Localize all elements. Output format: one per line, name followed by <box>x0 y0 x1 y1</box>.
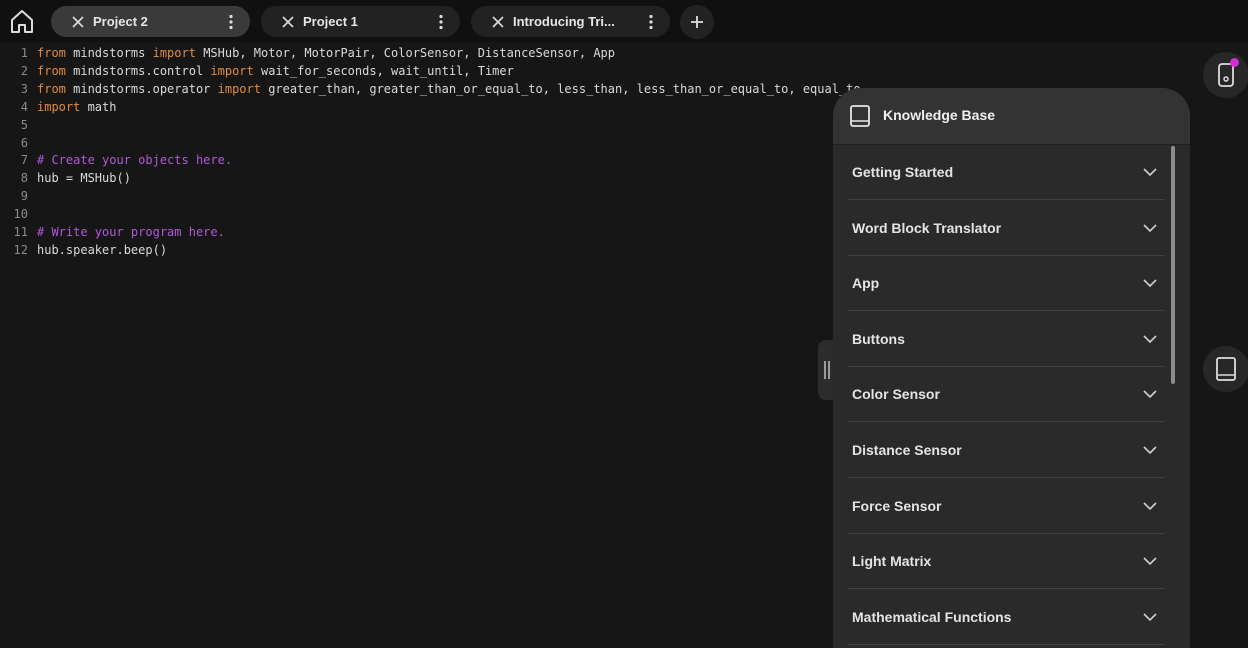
book-icon <box>1216 357 1236 381</box>
hub-connection-button[interactable] <box>1203 52 1248 98</box>
plus-icon <box>691 16 703 28</box>
line-number: 8 <box>20 171 28 186</box>
kb-section-label: Force Sensor <box>852 497 942 514</box>
notification-dot <box>1230 58 1239 67</box>
line-number: 3 <box>20 81 28 96</box>
knowledge-base-scrollbar[interactable] <box>1171 146 1175 384</box>
tab-introducing[interactable]: Introducing Tri... <box>471 6 670 37</box>
code-line[interactable]: 11 # Write your program here. <box>0 223 225 241</box>
code-line[interactable]: 1 from mindstorms import MSHub, Motor, Mo… <box>0 44 615 62</box>
chevron-down-icon <box>1143 557 1157 566</box>
tab-project-1[interactable]: Project 1 <box>261 6 460 37</box>
close-tab-icon[interactable] <box>281 15 295 29</box>
chevron-down-icon <box>1143 224 1157 232</box>
code-keyword: import <box>217 81 261 96</box>
kb-section-label: App <box>852 275 880 292</box>
code-text: mindstorms <box>65 46 153 60</box>
code-comment: # Write your program here. <box>37 225 225 239</box>
knowledge-base-header: Knowledge Base <box>833 88 1190 145</box>
drag-handle-icon <box>824 361 830 379</box>
line-number: 6 <box>20 135 28 150</box>
line-number: 11 <box>13 225 28 239</box>
kb-section-label: Light Matrix <box>852 553 932 570</box>
kb-section-force-sensor[interactable]: Force Sensor <box>848 479 1165 534</box>
code-line[interactable]: 3 from mindstorms.operator import greater… <box>0 80 868 98</box>
code-text: MSHub, Motor, MotorPair, ColorSensor, Di… <box>195 46 615 60</box>
code-comment: # Create your objects here. <box>37 153 233 168</box>
code-keyword: import <box>152 46 196 60</box>
kb-section-label: Getting Started <box>852 164 954 180</box>
close-tab-icon[interactable] <box>71 15 85 29</box>
kb-section-label: Buttons <box>852 330 905 347</box>
code-keyword: from <box>37 46 66 60</box>
tab-label: Project 2 <box>93 14 148 29</box>
chevron-down-icon <box>1143 335 1157 343</box>
tab-label: Project 1 <box>303 14 358 29</box>
knowledge-base-panel: Knowledge Base Getting Started Word Block… <box>833 88 1190 648</box>
kb-section-label: Color Sensor <box>852 386 940 403</box>
code-text: math <box>80 99 117 114</box>
kb-section-buttons[interactable]: Buttons <box>848 312 1165 367</box>
tab-project-2[interactable]: Project 2 <box>51 6 250 37</box>
tab-label: Introducing Tri... <box>513 14 615 29</box>
code-line[interactable]: 12 hub.speaker.beep() <box>0 241 168 259</box>
code-text: mindstorms.control <box>65 63 211 78</box>
code-text: wait_for_seconds, wait_until, Timer <box>253 63 514 78</box>
code-line[interactable]: 7 # Create your objects here. <box>0 151 232 169</box>
code-line[interactable]: 10 <box>0 205 37 223</box>
line-number: 2 <box>20 63 28 78</box>
code-line[interactable]: 2 from mindstorms.control import wait_for… <box>0 62 514 80</box>
close-tab-icon[interactable] <box>491 15 505 29</box>
line-number: 4 <box>20 99 28 114</box>
chevron-down-icon <box>1143 446 1157 455</box>
chevron-down-icon <box>1143 168 1157 177</box>
line-number: 1 <box>20 46 28 60</box>
code-line[interactable]: 4 import math <box>0 98 117 116</box>
chevron-down-icon <box>1143 502 1157 510</box>
chevron-down-icon <box>1143 613 1157 621</box>
code-line[interactable]: 6 <box>0 134 37 152</box>
tab-menu-icon[interactable] <box>644 14 658 30</box>
line-number: 10 <box>13 207 28 222</box>
code-text: greater_than, greater_than_or_equal_to, … <box>260 81 868 96</box>
code-keyword: from <box>37 81 66 96</box>
chevron-down-icon <box>1143 279 1157 288</box>
code-line[interactable]: 9 <box>0 187 37 205</box>
tab-menu-icon[interactable] <box>434 14 448 30</box>
tab-bar: Project 2 Project 1 Introducing Tri... <box>0 0 1248 42</box>
chevron-down-icon <box>1143 390 1157 399</box>
line-number: 7 <box>20 153 28 168</box>
kb-section-label: Distance Sensor <box>852 442 962 458</box>
kb-section-mathematical-functions[interactable]: Mathematical Functions <box>848 590 1165 645</box>
kb-section-light-matrix[interactable]: Light Matrix <box>848 534 1165 590</box>
line-number: 5 <box>20 117 28 132</box>
kb-section-label: Word Block Translator <box>852 219 1002 236</box>
kb-section-getting-started[interactable]: Getting Started <box>848 145 1165 200</box>
line-number: 9 <box>20 189 28 204</box>
kb-section-app[interactable]: App <box>848 256 1165 312</box>
kb-section-color-sensor[interactable]: Color Sensor <box>848 367 1165 423</box>
code-line[interactable]: 8 hub = MSHub() <box>0 169 131 187</box>
knowledge-base-list: Getting Started Word Block Translator App B… <box>833 145 1190 648</box>
kb-section-label: Mathematical Functions <box>852 608 1012 625</box>
add-tab-button[interactable] <box>680 5 714 39</box>
knowledge-base-toggle[interactable] <box>1203 346 1248 392</box>
code-text: mindstorms.operator <box>65 81 218 96</box>
tab-menu-icon[interactable] <box>224 14 238 30</box>
code-text: hub.speaker.beep() <box>37 242 168 257</box>
book-icon <box>850 105 870 127</box>
code-text: hub = MSHub() <box>37 171 131 186</box>
knowledge-base-title: Knowledge Base <box>883 107 996 123</box>
home-icon[interactable] <box>8 7 36 35</box>
code-line[interactable]: 5 <box>0 116 37 134</box>
code-keyword: import <box>210 63 254 78</box>
kb-section-word-block-translator[interactable]: Word Block Translator <box>848 201 1165 256</box>
code-keyword: import <box>37 99 81 114</box>
line-number: 12 <box>13 242 28 257</box>
code-editor[interactable]: 1 from mindstorms import MSHub, Motor, Mo… <box>0 42 868 639</box>
kb-section-distance-sensor[interactable]: Distance Sensor <box>848 423 1165 478</box>
code-keyword: from <box>37 63 66 78</box>
